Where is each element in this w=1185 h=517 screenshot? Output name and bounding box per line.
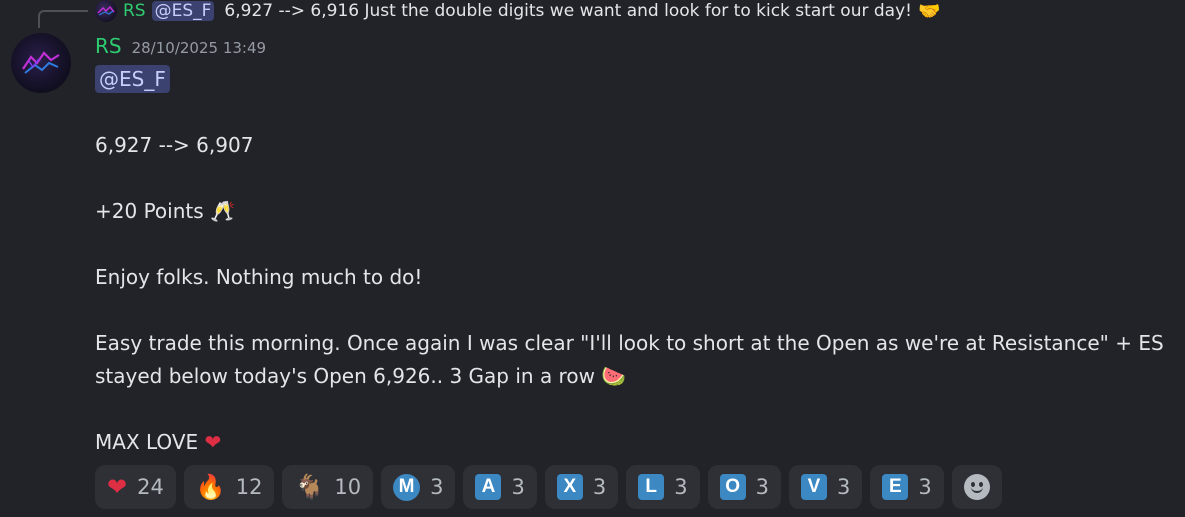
mention[interactable]: @ES_F <box>95 65 170 93</box>
reaction-count: 3 <box>430 475 444 499</box>
letter-o-icon: O <box>719 474 746 500</box>
avatar[interactable] <box>11 33 71 93</box>
reaction-count: 10 <box>334 475 362 499</box>
reaction-letter-v[interactable]: V 3 <box>788 465 863 509</box>
message-header: RS 28/10/2025 13:49 <box>95 34 266 58</box>
watermelon-icon: 🍉 <box>601 364 627 388</box>
reaction-fire[interactable]: 🔥 12 <box>183 465 275 509</box>
reaction-letter-a[interactable]: A 3 <box>463 465 537 509</box>
easy-line-1: Easy trade this morning. Once again I wa… <box>95 331 1164 355</box>
reaction-letter-l[interactable]: L 3 <box>626 465 700 509</box>
reply-author[interactable]: RS <box>123 1 146 21</box>
enjoy-line: Enjoy folks. Nothing much to do! <box>95 265 423 289</box>
wolf-logo-icon <box>22 51 60 74</box>
reaction-count: 12 <box>235 475 263 499</box>
love-line: MAX LOVE ❤ <box>95 426 1175 459</box>
reaction-count: 3 <box>918 475 932 499</box>
reaction-letter-o[interactable]: O 3 <box>707 465 781 509</box>
reaction-letter-e[interactable]: E 3 <box>870 465 944 509</box>
letter-x-icon: X <box>556 474 583 500</box>
heart-icon: ❤ <box>204 430 222 454</box>
author-name[interactable]: RS <box>95 34 122 58</box>
reply-connector <box>38 10 88 28</box>
message-content: @ES_F 6,927 --> 6,907 +20 Points 🥂 Enjoy… <box>95 63 1175 459</box>
add-reaction-button[interactable] <box>951 465 1002 509</box>
letter-e-icon: E <box>882 474 909 500</box>
letter-l-icon: L <box>638 474 665 500</box>
reply-avatar[interactable] <box>95 0 117 22</box>
fire-icon: 🔥 <box>195 473 226 501</box>
wolf-logo-icon <box>97 5 115 16</box>
easy-line-2: stayed below today's Open 6,926.. 3 Gap … <box>95 360 1175 393</box>
letter-m-icon: M <box>393 473 421 501</box>
points-text: +20 Points <box>95 199 204 223</box>
reply-mention[interactable]: @ES_F <box>151 1 215 21</box>
reaction-letter-x[interactable]: X 3 <box>544 465 619 509</box>
reactions-bar: ❤ 24 🔥 12 🐐 10 M 3 A 3 X 3 L 3 O 3 V 3 E… <box>95 465 1002 509</box>
reaction-count: 3 <box>674 475 688 499</box>
trade-line: 6,927 --> 6,907 <box>95 133 254 157</box>
reply-preview[interactable]: RS @ES_F 6,927 --> 6,916 Just the double… <box>95 0 940 22</box>
reaction-count: 24 <box>137 475 164 499</box>
easy-line-2-text: stayed below today's Open 6,926.. 3 Gap … <box>95 364 595 388</box>
timestamp: 28/10/2025 13:49 <box>131 39 267 57</box>
letter-a-icon: A <box>475 474 502 500</box>
reaction-count: 3 <box>511 475 525 499</box>
reaction-count: 3 <box>836 475 851 499</box>
goat-icon: 🐐 <box>294 473 325 501</box>
smiley-icon <box>963 474 990 500</box>
reply-text[interactable]: 6,927 --> 6,916 Just the double digits w… <box>224 1 912 21</box>
reaction-count: 3 <box>755 475 769 499</box>
reaction-letter-m[interactable]: M 3 <box>381 465 456 509</box>
love-text: MAX LOVE <box>95 430 199 454</box>
letter-v-icon: V <box>800 474 827 500</box>
points-line: +20 Points 🥂 <box>95 195 1175 228</box>
clinking-glasses-icon: 🥂 <box>210 199 235 223</box>
handshake-icon: 🤝 <box>917 0 941 22</box>
heart-icon: ❤ <box>107 473 128 501</box>
reaction-heart[interactable]: ❤ 24 <box>95 465 176 509</box>
reaction-count: 3 <box>592 475 607 499</box>
reaction-goat[interactable]: 🐐 10 <box>282 465 374 509</box>
